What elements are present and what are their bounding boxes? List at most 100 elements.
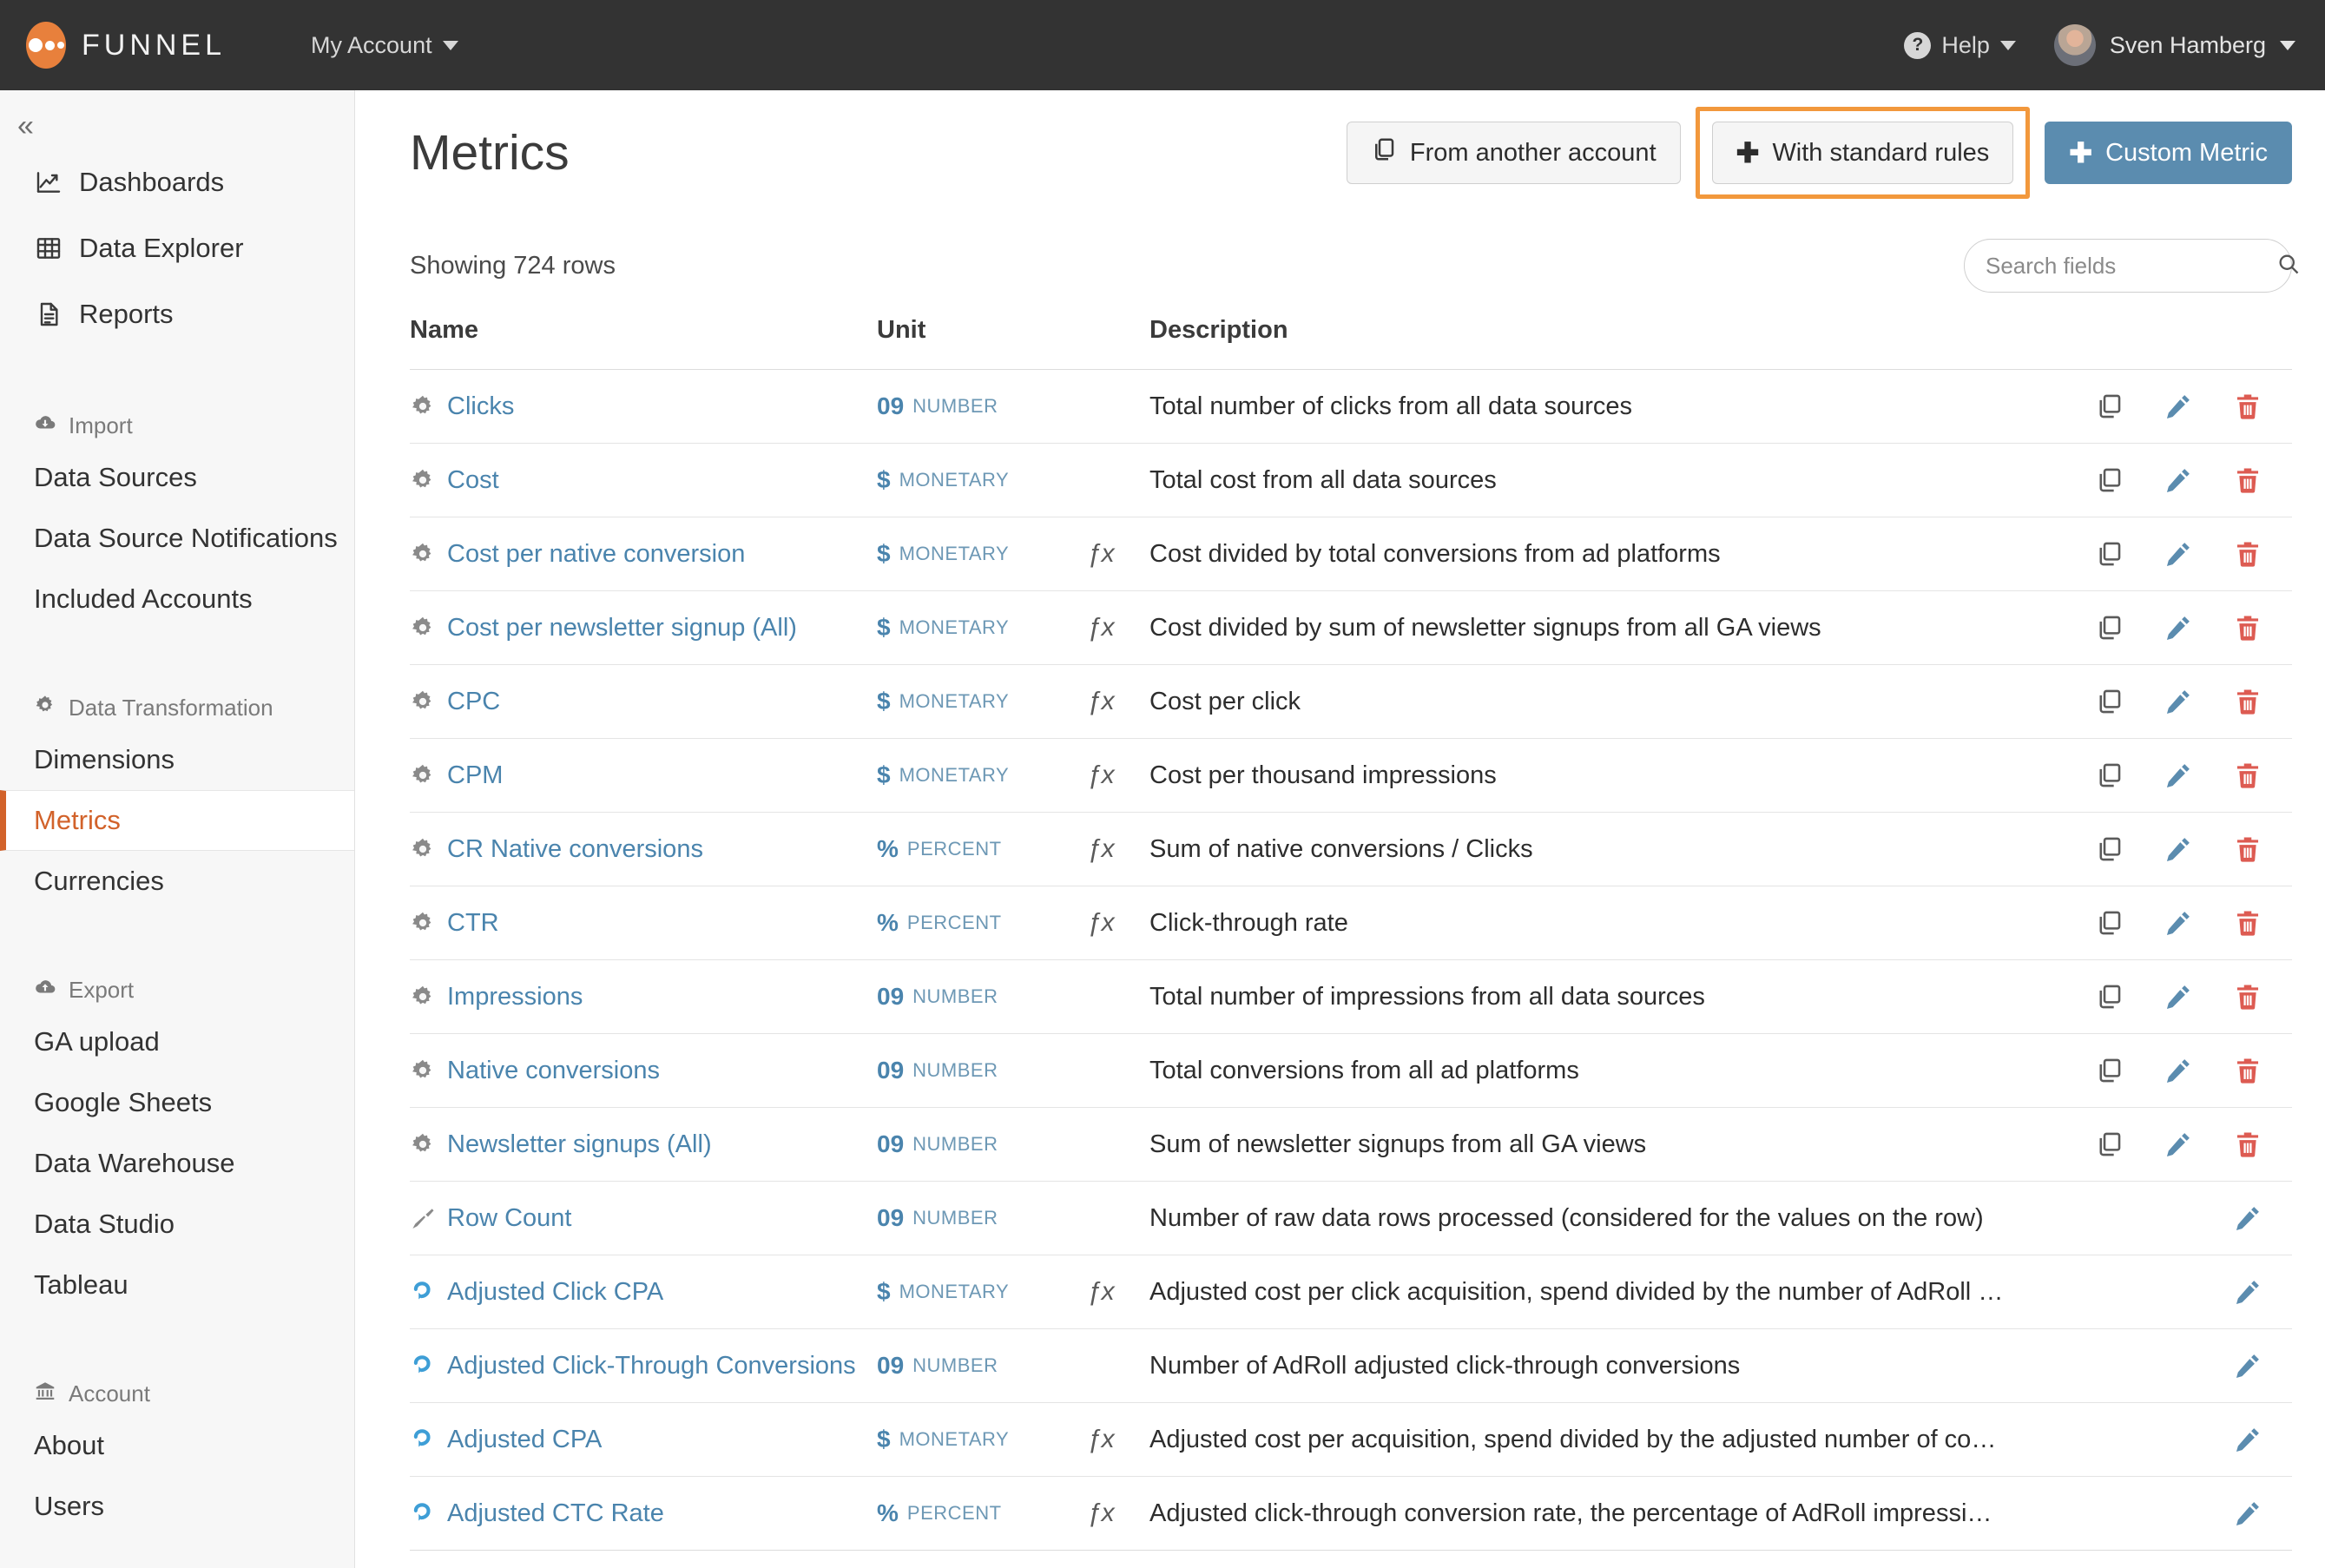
table-row[interactable]: Row Count 09 NUMBER Number of raw data r…	[410, 1181, 2292, 1255]
metric-name-link[interactable]: Row Count	[447, 1204, 571, 1233]
search-icon[interactable]	[2276, 252, 2301, 280]
my-account-menu[interactable]: My Account	[311, 32, 458, 59]
edit-icon[interactable]	[2164, 539, 2193, 569]
sidebar-item-about[interactable]: About	[0, 1415, 354, 1476]
metric-name-link[interactable]: Cost per native conversion	[447, 540, 745, 569]
search-fields-box[interactable]	[1964, 239, 2299, 293]
metric-name-link[interactable]: Native conversions	[447, 1057, 660, 1085]
table-row[interactable]: CR Native conversions % PERCENT ƒx Sum o…	[410, 812, 2292, 886]
search-input[interactable]	[1986, 252, 2276, 280]
edit-icon[interactable]	[2233, 1499, 2262, 1528]
copy-icon[interactable]	[2094, 392, 2124, 421]
copy-icon[interactable]	[2094, 761, 2124, 790]
table-row[interactable]: Adjusted Click CPA $ MONETARY ƒx Adjuste…	[410, 1255, 2292, 1329]
delete-icon[interactable]	[2233, 687, 2262, 716]
column-header-unit[interactable]: Unit	[877, 307, 1149, 370]
delete-icon[interactable]	[2233, 613, 2262, 642]
copy-icon[interactable]	[2094, 465, 2124, 495]
table-row[interactable]: CPC $ MONETARY ƒx Cost per click	[410, 664, 2292, 739]
table-row[interactable]: Cost $ MONETARY Total cost from all data…	[410, 443, 2292, 517]
sidebar-item-data-source-notifications[interactable]: Data Source Notifications	[0, 508, 354, 569]
sidebar-item-data-sources[interactable]: Data Sources	[0, 447, 354, 508]
edit-icon[interactable]	[2233, 1277, 2262, 1307]
with-standard-rules-button[interactable]: ✚ With standard rules	[1711, 122, 2014, 184]
delete-icon[interactable]	[2233, 761, 2262, 790]
delete-icon[interactable]	[2233, 1056, 2262, 1085]
delete-icon[interactable]	[2233, 908, 2262, 938]
metric-name-link[interactable]: Adjusted Click CPA	[447, 1278, 663, 1307]
edit-icon[interactable]	[2164, 1056, 2193, 1085]
custom-metric-button[interactable]: ✚ Custom Metric	[2045, 122, 2292, 184]
delete-icon[interactable]	[2233, 1130, 2262, 1159]
metric-name-link[interactable]: Newsletter signups (All)	[447, 1130, 712, 1159]
table-row[interactable]: Native conversions 09 NUMBER Total conve…	[410, 1033, 2292, 1108]
copy-icon[interactable]	[2094, 613, 2124, 642]
sidebar-item-currencies[interactable]: Currencies	[0, 851, 354, 912]
sidebar-item-data-explorer[interactable]: Data Explorer	[0, 215, 354, 281]
metric-name-link[interactable]: Adjusted CTC Rate	[447, 1499, 664, 1528]
from-another-account-button[interactable]: From another account	[1346, 122, 1681, 184]
delete-icon[interactable]	[2233, 465, 2262, 495]
metric-name-link[interactable]: Adjusted CPA	[447, 1426, 602, 1454]
metric-name-link[interactable]: Cost	[447, 466, 499, 495]
table-row[interactable]: Adjusted CTC Rate % PERCENT ƒx Adjusted …	[410, 1476, 2292, 1551]
help-menu[interactable]: ? Help	[1904, 31, 2016, 59]
table-row[interactable]: CTR % PERCENT ƒx Click-through rate	[410, 886, 2292, 960]
edit-icon[interactable]	[2164, 908, 2193, 938]
table-row[interactable]: Adjusted Click-Through Conversions 09 NU…	[410, 1328, 2292, 1403]
copy-icon[interactable]	[2094, 1130, 2124, 1159]
column-header-description[interactable]: Description	[1149, 307, 2006, 370]
sidebar-item-ga-upload[interactable]: GA upload	[0, 1011, 354, 1072]
table-row[interactable]: CPM $ MONETARY ƒx Cost per thousand impr…	[410, 738, 2292, 813]
edit-icon[interactable]	[2164, 392, 2193, 421]
sidebar-item-dimensions[interactable]: Dimensions	[0, 729, 354, 790]
metric-name-link[interactable]: Cost per newsletter signup (All)	[447, 614, 797, 642]
metric-name-link[interactable]: CR Native conversions	[447, 835, 703, 864]
delete-icon[interactable]	[2233, 834, 2262, 864]
metric-name-link[interactable]: CTR	[447, 909, 499, 938]
table-row[interactable]: Cost per newsletter signup (All) $ MONET…	[410, 590, 2292, 665]
sidebar-item-tableau[interactable]: Tableau	[0, 1255, 354, 1315]
metric-name-link[interactable]: Adjusted Click-Through Conversions	[447, 1352, 856, 1380]
table-row[interactable]: Clicks 09 NUMBER Total number of clicks …	[410, 369, 2292, 444]
user-menu[interactable]: Sven Hamberg	[2053, 24, 2295, 66]
sidebar-item-metrics[interactable]: Metrics	[0, 790, 354, 851]
metric-name-link[interactable]: CPC	[447, 688, 500, 716]
brand-logo-group[interactable]: FUNNEL	[26, 22, 226, 69]
edit-icon[interactable]	[2164, 613, 2193, 642]
copy-icon[interactable]	[2094, 834, 2124, 864]
table-row[interactable]: Adjusted CPA $ MONETARY ƒx Adjusted cost…	[410, 1402, 2292, 1477]
delete-icon[interactable]	[2233, 982, 2262, 1011]
copy-icon[interactable]	[2094, 982, 2124, 1011]
metric-name-link[interactable]: CPM	[447, 761, 503, 790]
column-header-name[interactable]: Name	[410, 307, 877, 370]
sidebar-item-google-sheets[interactable]: Google Sheets	[0, 1072, 354, 1133]
edit-icon[interactable]	[2164, 982, 2193, 1011]
edit-icon[interactable]	[2164, 465, 2193, 495]
sidebar-item-included-accounts[interactable]: Included Accounts	[0, 569, 354, 629]
edit-icon[interactable]	[2164, 687, 2193, 716]
sidebar-item-data-studio[interactable]: Data Studio	[0, 1194, 354, 1255]
copy-icon[interactable]	[2094, 908, 2124, 938]
sidebar-item-users[interactable]: Users	[0, 1476, 354, 1537]
edit-icon[interactable]	[2233, 1203, 2262, 1233]
metric-name-link[interactable]: Impressions	[447, 983, 583, 1011]
sidebar-item-reports[interactable]: Reports	[0, 281, 354, 347]
sidebar-collapse-icon[interactable]: «	[7, 106, 44, 146]
edit-icon[interactable]	[2164, 834, 2193, 864]
table-row[interactable]: Newsletter signups (All) 09 NUMBER Sum o…	[410, 1107, 2292, 1182]
copy-icon[interactable]	[2094, 539, 2124, 569]
table-row[interactable]: Cost per native conversion $ MONETARY ƒx…	[410, 517, 2292, 591]
copy-icon[interactable]	[2094, 687, 2124, 716]
edit-icon[interactable]	[2164, 1130, 2193, 1159]
sidebar-item-dashboards[interactable]: Dashboards	[0, 149, 354, 215]
delete-icon[interactable]	[2233, 539, 2262, 569]
delete-icon[interactable]	[2233, 392, 2262, 421]
sidebar-item-data-warehouse[interactable]: Data Warehouse	[0, 1133, 354, 1194]
copy-icon[interactable]	[2094, 1056, 2124, 1085]
edit-icon[interactable]	[2164, 761, 2193, 790]
metric-name-link[interactable]: Clicks	[447, 392, 514, 421]
edit-icon[interactable]	[2233, 1351, 2262, 1380]
edit-icon[interactable]	[2233, 1425, 2262, 1454]
table-row[interactable]: Impressions 09 NUMBER Total number of im…	[410, 959, 2292, 1034]
